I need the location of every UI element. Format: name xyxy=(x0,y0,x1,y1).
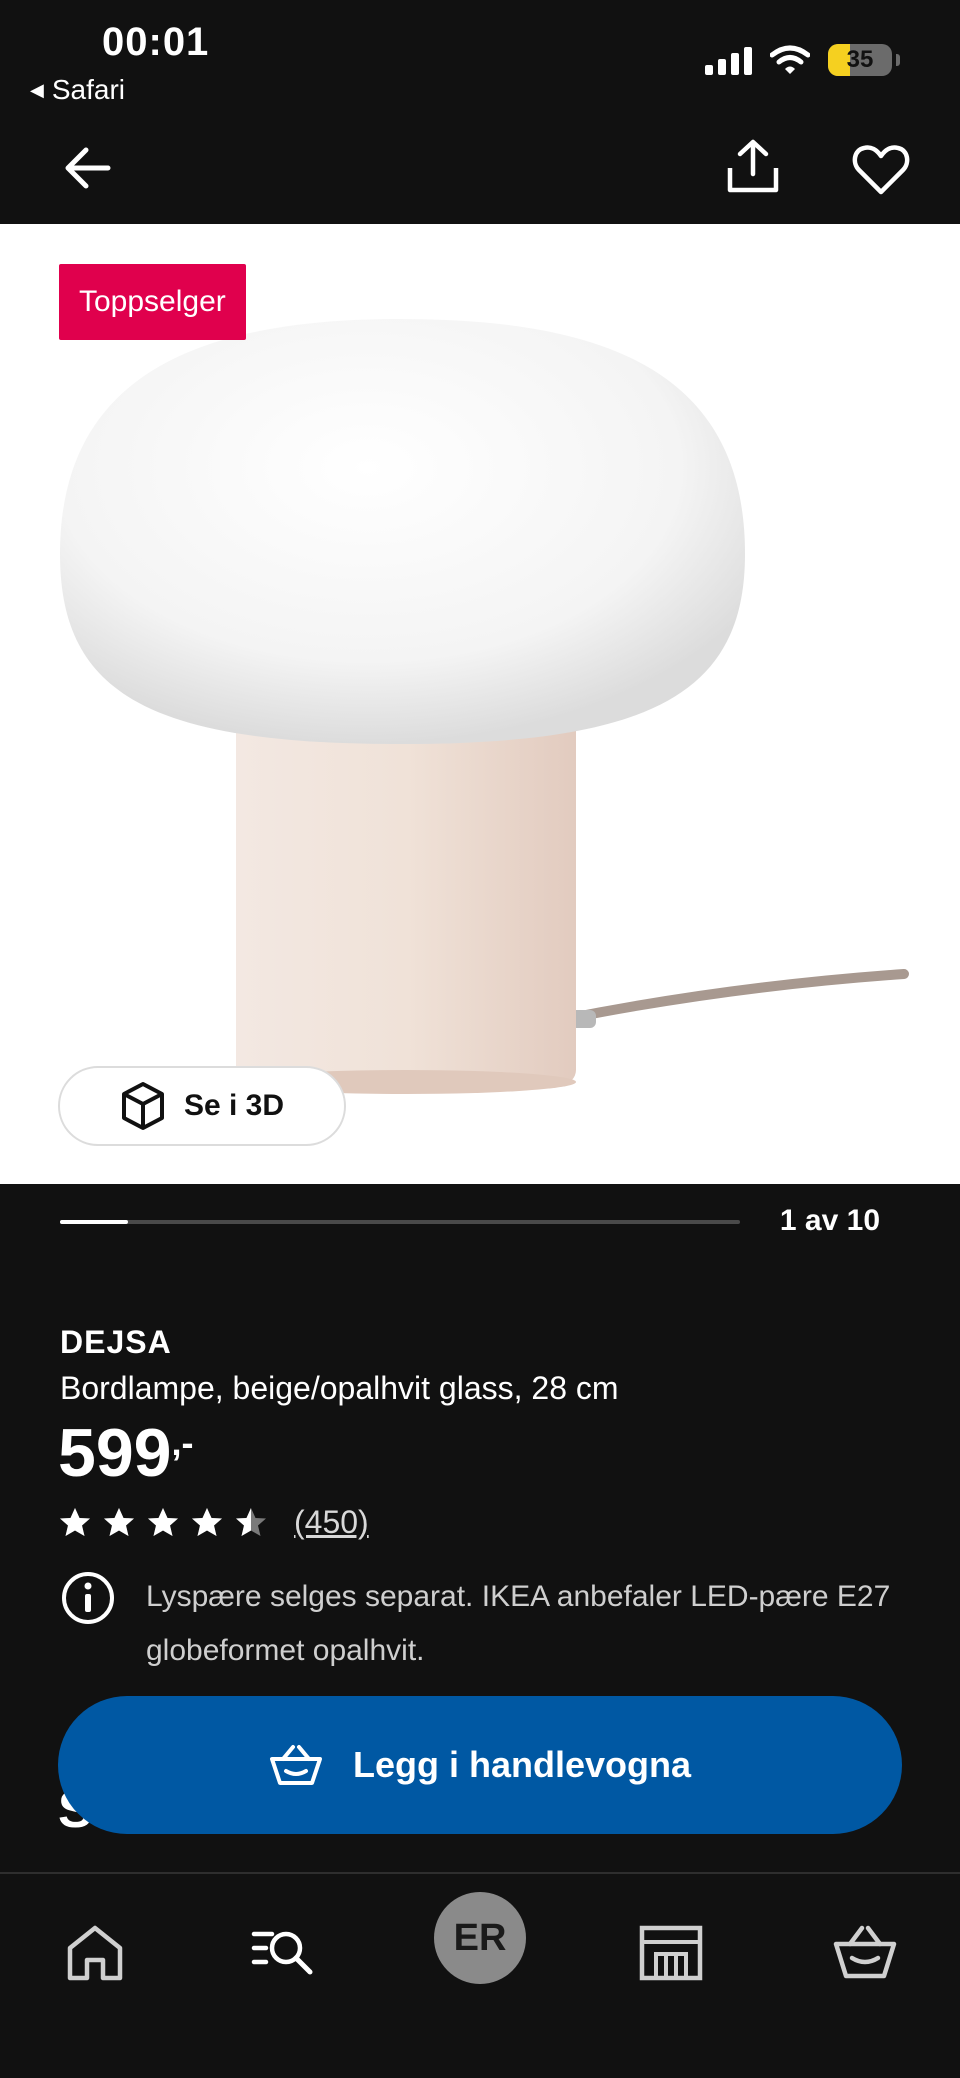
product-brand: DEJSA xyxy=(60,1324,172,1360)
battery-icon: 35 xyxy=(828,44,892,76)
lamp-product-image xyxy=(60,319,909,1094)
product-rating[interactable]: (450) xyxy=(58,1504,369,1541)
arrow-left-icon[interactable] xyxy=(60,140,116,196)
bottom-tab-bar: ER xyxy=(0,1872,960,2078)
search-icon[interactable] xyxy=(250,1918,320,1988)
star-icon xyxy=(192,1507,222,1536)
wifi-icon xyxy=(770,45,810,74)
see-in-3d-label: Se i 3D xyxy=(183,1089,285,1122)
star-icon xyxy=(236,1507,266,1536)
battery-tip xyxy=(896,54,900,66)
gallery-position-label: 1 av 10 xyxy=(779,1204,880,1237)
add-to-cart-button[interactable]: Legg i handlevogna xyxy=(58,1696,902,1834)
add-to-cart-label: Legg i handlevogna xyxy=(352,1744,692,1785)
basket-icon xyxy=(269,1745,322,1785)
cellular-signal-icon xyxy=(705,45,752,75)
gallery-progress-fill xyxy=(60,1220,128,1224)
product-description: Bordlampe, beige/opalhvit glass, 28 cm xyxy=(60,1370,619,1406)
battery-level: 35 xyxy=(846,46,874,73)
cart-icon[interactable] xyxy=(830,1918,900,1988)
store-icon[interactable] xyxy=(636,1918,706,1988)
gallery-progress-track xyxy=(60,1220,740,1224)
product-price: 599 ,- xyxy=(58,1414,193,1492)
info-icon xyxy=(62,1572,114,1624)
status-icons: 35 xyxy=(705,44,900,76)
cube-3d-icon xyxy=(121,1082,164,1130)
bulb-notice: Lyspære selges separat. IKEA anbefaler L… xyxy=(60,1570,900,1678)
back-to-app-link[interactable]: ◀ Safari xyxy=(30,74,125,106)
back-triangle-icon: ◀ xyxy=(30,79,44,100)
heart-icon[interactable] xyxy=(850,138,912,200)
star-icon xyxy=(104,1507,134,1536)
star-icon xyxy=(60,1507,90,1536)
star-icon xyxy=(148,1507,178,1536)
rating-stars xyxy=(58,1506,268,1540)
home-icon[interactable] xyxy=(60,1918,130,1988)
rating-count[interactable]: (450) xyxy=(294,1504,369,1541)
product-image-gallery[interactable]: Toppselger Se i 3D xyxy=(0,224,960,1184)
price-value: 599 xyxy=(58,1415,172,1491)
status-bar: 00:01 ◀ Safari 35 xyxy=(0,0,960,110)
see-in-3d-button[interactable]: Se i 3D xyxy=(58,1066,346,1146)
share-icon[interactable] xyxy=(722,136,784,198)
profile-avatar[interactable]: ER xyxy=(434,1892,526,1984)
back-app-label: Safari xyxy=(51,74,125,105)
notice-text: Lyspære selges separat. IKEA anbefaler L… xyxy=(146,1580,891,1667)
navigation-bar xyxy=(0,110,960,224)
price-suffix: ,- xyxy=(171,1422,194,1463)
bestseller-badge: Toppselger xyxy=(59,264,246,340)
status-time: 00:01 xyxy=(102,20,210,64)
